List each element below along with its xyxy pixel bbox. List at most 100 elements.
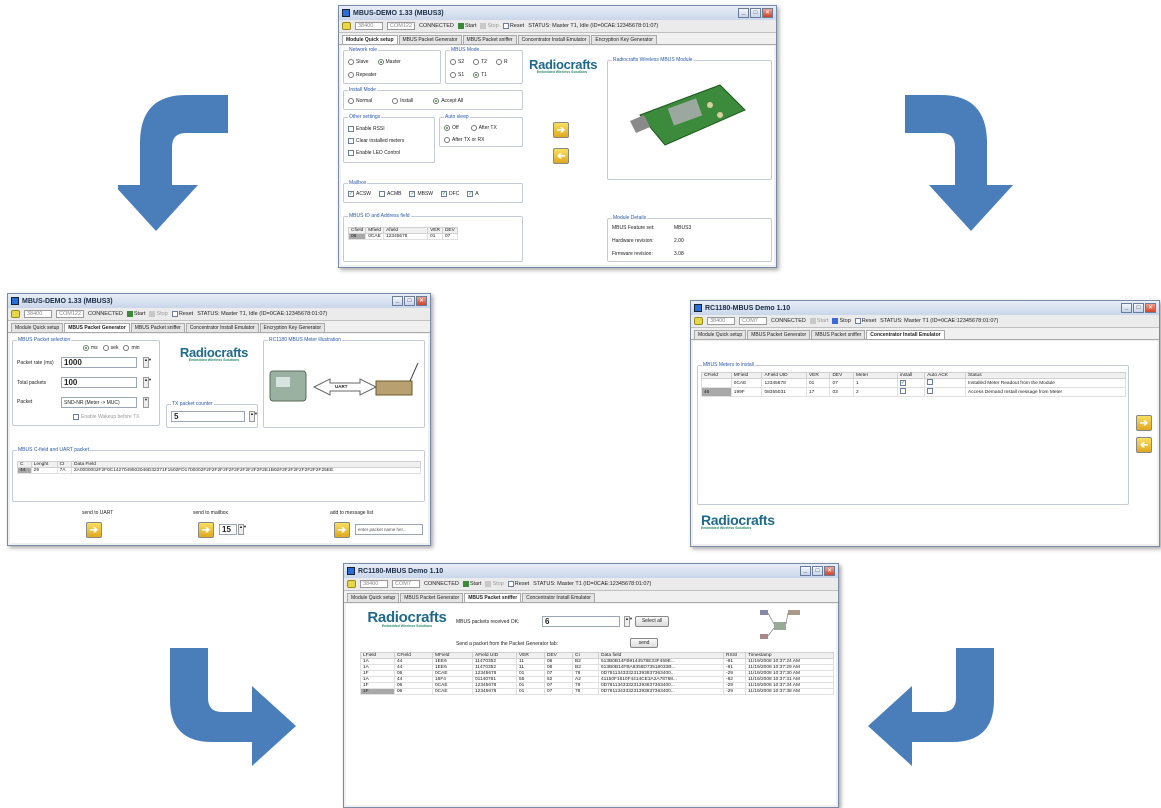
baud-select[interactable]: 38400 bbox=[355, 22, 383, 30]
sniffer-row[interactable]: 1F 06 0CAE 12345678 01 07 78 0D7811343332313938… bbox=[360, 688, 834, 695]
forward-button[interactable]: ➔ bbox=[1136, 415, 1152, 431]
tab-packet-sniffer[interactable]: MBUS Packet sniffer bbox=[464, 593, 522, 602]
send-uart-button[interactable]: ➔ bbox=[86, 522, 102, 538]
close-button[interactable]: × bbox=[762, 8, 773, 18]
id-value-row[interactable]: 06 0CAE 12345678 01 07 bbox=[347, 233, 458, 240]
master-radio[interactable]: Master bbox=[377, 59, 401, 65]
port-select[interactable]: COM7 bbox=[392, 580, 420, 588]
r-radio[interactable]: R bbox=[495, 59, 508, 65]
maximize-button[interactable]: □ bbox=[404, 296, 415, 306]
cell[interactable]: 12345678 bbox=[472, 688, 517, 695]
enable-led-checkbox[interactable]: Enable LED Control bbox=[348, 150, 400, 156]
tab-install-emulator[interactable]: Concentrator Install Emulator bbox=[522, 593, 595, 602]
auto-ack-cell[interactable] bbox=[924, 378, 966, 388]
port-select[interactable]: COM122 bbox=[56, 310, 85, 318]
tx-counter-spinner[interactable]: ▲▼ bbox=[249, 411, 258, 422]
tab-packet-generator[interactable]: MBUS Packet Generator bbox=[398, 35, 462, 44]
packet-name-input[interactable]: enter packet name her... bbox=[355, 524, 423, 535]
dev-value[interactable]: 07 bbox=[441, 233, 458, 240]
slave-radio[interactable]: Slave bbox=[348, 59, 369, 65]
afield-value[interactable]: 12345678 bbox=[383, 233, 429, 240]
clear-meters-checkbox[interactable]: Clear installed meters bbox=[348, 138, 404, 144]
tab-module-quick-setup[interactable]: Module Quick setup bbox=[347, 593, 400, 602]
tab-module-quick-setup[interactable]: Module Quick setup bbox=[11, 323, 64, 332]
dev-cell[interactable]: 03 bbox=[829, 387, 854, 397]
send-mailbox-button[interactable]: ➔ bbox=[198, 522, 214, 538]
sleep-after-txrx-radio[interactable]: After TX or RX bbox=[444, 137, 484, 143]
mfield-value[interactable]: 0CAE bbox=[365, 233, 385, 240]
meter-cell[interactable]: 1 bbox=[852, 378, 898, 388]
dev-cell[interactable]: 07 bbox=[829, 378, 854, 388]
cell[interactable]: 01 bbox=[516, 688, 545, 695]
packet-rate-spinner[interactable]: ▲▼ bbox=[143, 357, 152, 368]
maximize-button[interactable]: □ bbox=[812, 566, 823, 576]
length-value[interactable]: 29 bbox=[30, 467, 58, 474]
stop-button[interactable]: Stop bbox=[485, 581, 504, 587]
total-packets-input[interactable]: 100 bbox=[61, 377, 137, 388]
start-button[interactable]: Start bbox=[126, 311, 145, 317]
cell[interactable]: -29 bbox=[723, 688, 747, 695]
baud-select[interactable]: 38400 bbox=[707, 317, 735, 325]
received-spinner[interactable]: ▲▼ bbox=[624, 616, 633, 627]
mailbox-count-input[interactable]: 15 bbox=[219, 524, 237, 535]
tab-install-emulator[interactable]: Concentrator Install Emulator bbox=[185, 323, 259, 332]
tab-encryption[interactable]: Encryption Key Generator bbox=[259, 323, 326, 332]
forward-button[interactable]: ➔ bbox=[553, 122, 569, 138]
afield-cell[interactable]: 12345678 bbox=[761, 378, 807, 388]
install-radio[interactable]: Install bbox=[392, 98, 413, 104]
tab-packet-generator[interactable]: MBUS Packet Generator bbox=[64, 323, 130, 332]
tab-encryption[interactable]: Encryption Key Generator bbox=[591, 35, 657, 44]
sleep-off-radio[interactable]: Off bbox=[444, 125, 459, 131]
auto-ack-checkbox[interactable] bbox=[927, 379, 934, 385]
tab-packet-sniffer[interactable]: MBUS Packet sniffer bbox=[462, 35, 517, 44]
install-checkbox[interactable]: ✓ bbox=[899, 380, 906, 386]
packet-type-dropdown[interactable]: ▼ bbox=[143, 397, 149, 408]
stop-button[interactable]: Stop bbox=[149, 311, 168, 317]
start-button[interactable]: Start bbox=[462, 581, 481, 587]
tab-install-emulator[interactable]: Concentrator Install Emulator bbox=[866, 330, 945, 339]
close-button[interactable]: × bbox=[1145, 303, 1156, 313]
ci-value[interactable]: 7A bbox=[56, 467, 73, 474]
minimize-button[interactable]: _ bbox=[392, 296, 403, 306]
t1-radio[interactable]: T1 bbox=[473, 72, 487, 78]
cell[interactable]: 11/19/2008 10:37:38 AM bbox=[745, 688, 834, 695]
t2-radio[interactable]: T2 bbox=[473, 59, 487, 65]
baud-select[interactable]: 38400 bbox=[24, 310, 52, 318]
cell[interactable]: 1F bbox=[360, 688, 395, 695]
install-checkbox[interactable] bbox=[899, 388, 906, 394]
add-list-button[interactable]: ➔ bbox=[334, 522, 350, 538]
min-radio[interactable]: min bbox=[123, 345, 140, 351]
meter-row[interactable]: 46 199F 08355031 17 03 2 Access Demand I… bbox=[701, 387, 1126, 397]
tab-module-quick-setup[interactable]: Module Quick setup bbox=[694, 330, 747, 339]
select-all-button[interactable]: Select all bbox=[635, 616, 669, 627]
reset-button[interactable]: Reset bbox=[507, 581, 529, 587]
packet-type-select[interactable]: SND-NR (Meter -> MUC) bbox=[61, 397, 137, 408]
ver-cell[interactable]: 17 bbox=[805, 387, 831, 397]
start-button[interactable]: Start bbox=[809, 318, 828, 324]
close-button[interactable]: × bbox=[416, 296, 427, 306]
cfield-value[interactable]: 06 bbox=[347, 233, 367, 240]
minimize-button[interactable]: _ bbox=[1121, 303, 1132, 313]
tab-install-emulator[interactable]: Concentrator Install Emulator bbox=[517, 35, 591, 44]
close-button[interactable]: × bbox=[824, 566, 835, 576]
cfield-cell[interactable]: 46 bbox=[701, 387, 732, 397]
auto-ack-cell[interactable] bbox=[924, 387, 966, 397]
enable-rssi-checkbox[interactable]: Enable RSSI bbox=[348, 126, 385, 132]
s1-radio[interactable]: S1 bbox=[450, 72, 464, 78]
reset-checkbox[interactable] bbox=[507, 581, 514, 587]
cfield-cell[interactable] bbox=[701, 378, 732, 388]
minimize-button[interactable]: _ bbox=[738, 8, 749, 18]
mfield-cell[interactable]: 199F bbox=[730, 387, 763, 397]
repeater-radio[interactable]: Repeater bbox=[348, 72, 377, 78]
packet-value-row[interactable]: 44 29 7A 2A0000002F2F0C1427049502046D323… bbox=[17, 467, 421, 474]
reset-checkbox[interactable] bbox=[854, 318, 861, 324]
stop-button[interactable]: Stop bbox=[832, 318, 851, 324]
status-cell[interactable]: Installed Meter Readout from the Module bbox=[965, 378, 1126, 388]
acsw-checkbox[interactable]: ✓ ACSW bbox=[348, 191, 371, 197]
stop-button[interactable]: Stop bbox=[480, 23, 499, 29]
cell[interactable]: 0D781134333231393837363400... bbox=[597, 688, 725, 695]
cell[interactable]: 0CAE bbox=[432, 688, 473, 695]
back-button[interactable]: ➔ bbox=[553, 148, 569, 164]
tab-packet-generator[interactable]: MBUS Packet Generator bbox=[400, 593, 464, 602]
packet-rate-input[interactable]: 1000 bbox=[61, 357, 137, 368]
